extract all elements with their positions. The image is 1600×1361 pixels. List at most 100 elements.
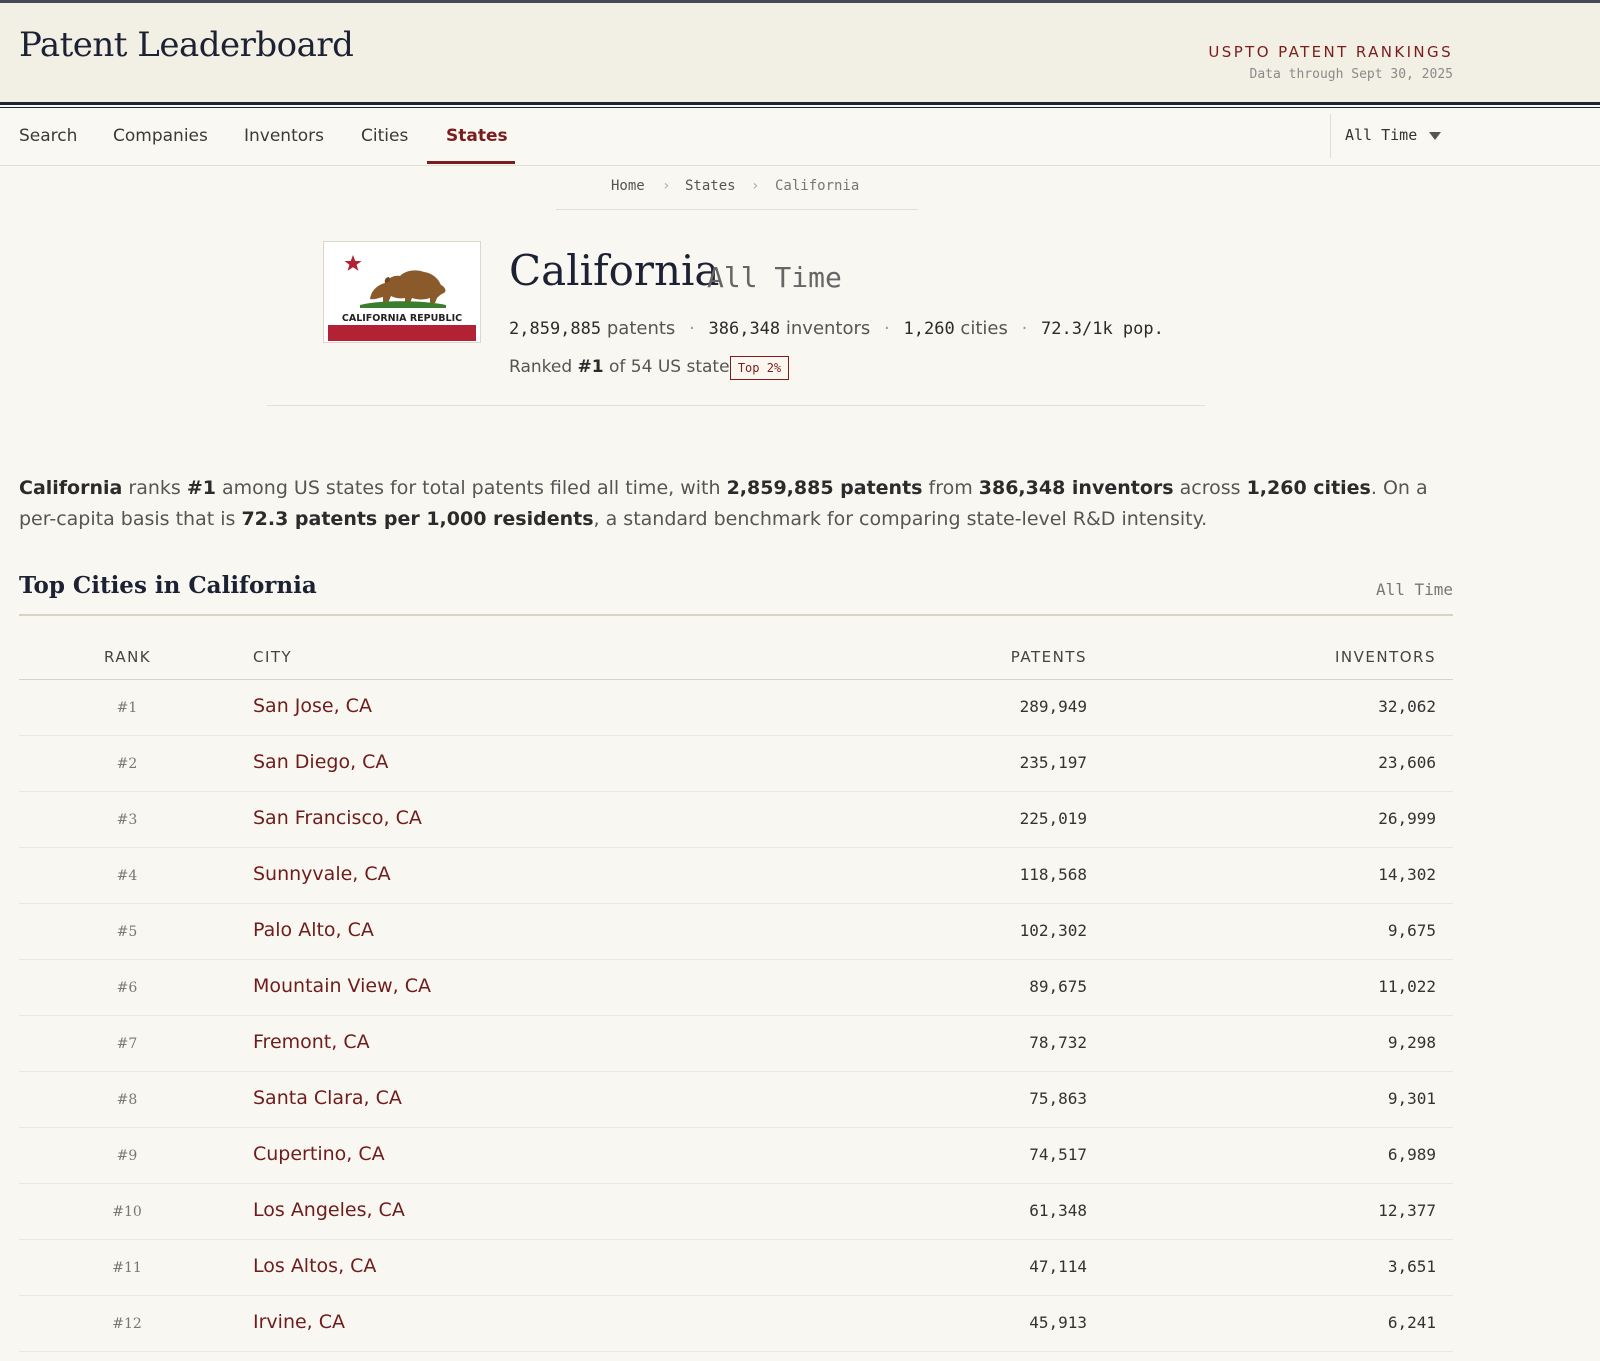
- summary-rank: #1: [186, 477, 216, 499]
- tab-states[interactable]: States: [446, 108, 508, 166]
- row-rank: #10: [112, 1204, 142, 1220]
- state-stats: 2,859,885 patents · 386,348 inventors · …: [509, 318, 1164, 339]
- summary-text: ranks: [122, 477, 187, 499]
- stat-per-capita: 72.3/1k pop.: [1041, 319, 1164, 339]
- table-row[interactable]: #8 Santa Clara, CA 75,863 9,301: [19, 1072, 1453, 1128]
- tab-companies[interactable]: Companies: [113, 108, 208, 166]
- rank-value: #1: [577, 357, 604, 377]
- table-body: #1 San Jose, CA 289,949 32,062 #2 San Diego, …: [19, 680, 1453, 1352]
- table-row[interactable]: #11 Los Altos, CA 47,114 3,651: [19, 1240, 1453, 1296]
- summary-paragraph: California ranks #1 among US states for …: [19, 473, 1464, 535]
- column-header-patents[interactable]: PATENTS: [1011, 648, 1087, 666]
- row-inventors: 11,022: [1378, 977, 1436, 996]
- row-city-link[interactable]: Mountain View, CA: [253, 975, 431, 997]
- header-divider-thick: [0, 102, 1600, 105]
- row-city-link[interactable]: Irvine, CA: [253, 1311, 345, 1333]
- summary-text: among US states for total patents filed …: [215, 477, 727, 499]
- row-city-link[interactable]: Fremont, CA: [253, 1031, 370, 1053]
- tab-cities[interactable]: Cities: [361, 108, 408, 166]
- row-rank: #1: [116, 700, 138, 716]
- row-city-link[interactable]: San Diego, CA: [253, 751, 388, 773]
- summary-per-capita: 72.3 patents per 1,000 residents: [241, 508, 594, 530]
- table-row[interactable]: #6 Mountain View, CA 89,675 11,022: [19, 960, 1453, 1016]
- row-patents: 235,197: [1019, 753, 1087, 772]
- table-header: RANK CITY PATENTS INVENTORS: [19, 616, 1453, 680]
- table-row[interactable]: #12 Irvine, CA 45,913 6,241: [19, 1296, 1453, 1352]
- row-rank: #6: [116, 980, 138, 996]
- row-city-link[interactable]: Los Altos, CA: [253, 1255, 376, 1277]
- flag-text: CALIFORNIA REPUBLIC: [342, 313, 462, 324]
- active-tab-indicator: [427, 161, 515, 164]
- table-row[interactable]: #1 San Jose, CA 289,949 32,062: [19, 680, 1453, 736]
- table-row[interactable]: #10 Los Angeles, CA 61,348 12,377: [19, 1184, 1453, 1240]
- tab-search[interactable]: Search: [19, 108, 77, 166]
- summary-text: from: [922, 477, 979, 499]
- row-rank: #4: [116, 868, 138, 884]
- stat-inventors-value: 386,348: [708, 319, 781, 339]
- stat-cities-label: cities: [960, 318, 1008, 339]
- masthead-meta: USPTO PATENT RANKINGS Data through Sept …: [1208, 43, 1453, 82]
- data-through-date: Data through Sept 30, 2025: [1249, 67, 1454, 82]
- california-flag-image: CALIFORNIA REPUBLIC: [324, 242, 480, 342]
- row-patents: 89,675: [1029, 977, 1087, 996]
- time-period-select[interactable]: All Time: [1330, 114, 1450, 158]
- row-city-link[interactable]: Cupertino, CA: [253, 1143, 385, 1165]
- column-header-rank[interactable]: RANK: [104, 648, 151, 666]
- table-row[interactable]: #9 Cupertino, CA 74,517 6,989: [19, 1128, 1453, 1184]
- row-rank: #8: [116, 1092, 138, 1108]
- row-city-link[interactable]: San Francisco, CA: [253, 807, 422, 829]
- page-title-period: All Time: [707, 261, 842, 294]
- stat-patents-value: 2,859,885: [509, 319, 602, 339]
- row-inventors: 6,989: [1387, 1145, 1436, 1164]
- row-patents: 78,732: [1029, 1033, 1087, 1052]
- row-inventors: 12,377: [1378, 1201, 1436, 1220]
- flag-red-stripe: [328, 325, 476, 341]
- row-patents: 225,019: [1019, 809, 1087, 828]
- section-period: All Time: [1375, 580, 1453, 599]
- row-inventors: 26,999: [1378, 809, 1436, 828]
- table-row[interactable]: #7 Fremont, CA 78,732 9,298: [19, 1016, 1453, 1072]
- row-inventors: 32,062: [1378, 697, 1436, 716]
- row-city-link[interactable]: Sunnyvale, CA: [253, 863, 391, 885]
- breadcrumb-separator: ›: [751, 178, 760, 194]
- stat-cities-value: 1,260: [903, 319, 955, 339]
- row-rank: #12: [112, 1316, 142, 1332]
- row-rank: #2: [116, 756, 138, 772]
- state-flag: CALIFORNIA REPUBLIC: [323, 241, 481, 343]
- row-city-link[interactable]: Palo Alto, CA: [253, 919, 374, 941]
- stat-patents-label: patents: [606, 318, 676, 339]
- row-rank: #5: [116, 924, 138, 940]
- stat-separator: ·: [689, 318, 695, 339]
- table-row[interactable]: #5 Palo Alto, CA 102,302 9,675: [19, 904, 1453, 960]
- row-patents: 75,863: [1029, 1089, 1087, 1108]
- tab-inventors[interactable]: Inventors: [244, 108, 324, 166]
- row-city-link[interactable]: San Jose, CA: [253, 695, 372, 717]
- breadcrumb: Home › States › California: [556, 166, 918, 210]
- row-city-link[interactable]: Los Angeles, CA: [253, 1199, 405, 1221]
- state-rank: Ranked #1 of 54 US states: [509, 357, 738, 377]
- breadcrumb-states[interactable]: States: [685, 178, 736, 194]
- row-rank: #7: [116, 1036, 138, 1052]
- row-city-link[interactable]: Santa Clara, CA: [253, 1087, 402, 1109]
- row-inventors: 14,302: [1378, 865, 1436, 884]
- column-header-inventors[interactable]: INVENTORS: [1335, 648, 1436, 666]
- column-header-city[interactable]: CITY: [253, 648, 292, 666]
- breadcrumb-current: California: [775, 178, 860, 194]
- stat-separator: ·: [1021, 318, 1028, 339]
- breadcrumb-home[interactable]: Home: [611, 178, 645, 194]
- table-row[interactable]: #3 San Francisco, CA 225,019 26,999: [19, 792, 1453, 848]
- row-inventors: 9,301: [1387, 1089, 1436, 1108]
- summary-inventors: 386,348 inventors: [978, 477, 1174, 499]
- row-rank: #9: [116, 1148, 138, 1164]
- site-title[interactable]: Patent Leaderboard: [19, 25, 354, 65]
- cities-table: RANK CITY PATENTS INVENTORS #1 San Jose, …: [19, 616, 1453, 1352]
- breadcrumb-separator: ›: [662, 178, 671, 194]
- table-row[interactable]: #2 San Diego, CA 235,197 23,606: [19, 736, 1453, 792]
- summary-text: , a standard benchmark for comparing sta…: [593, 508, 1208, 530]
- header-divider: [267, 405, 1205, 406]
- row-patents: 45,913: [1029, 1313, 1087, 1332]
- table-row[interactable]: #4 Sunnyvale, CA 118,568 14,302: [19, 848, 1453, 904]
- summary-state: California: [19, 477, 123, 499]
- stat-inventors-label: inventors: [785, 318, 871, 339]
- row-patents: 289,949: [1019, 697, 1087, 716]
